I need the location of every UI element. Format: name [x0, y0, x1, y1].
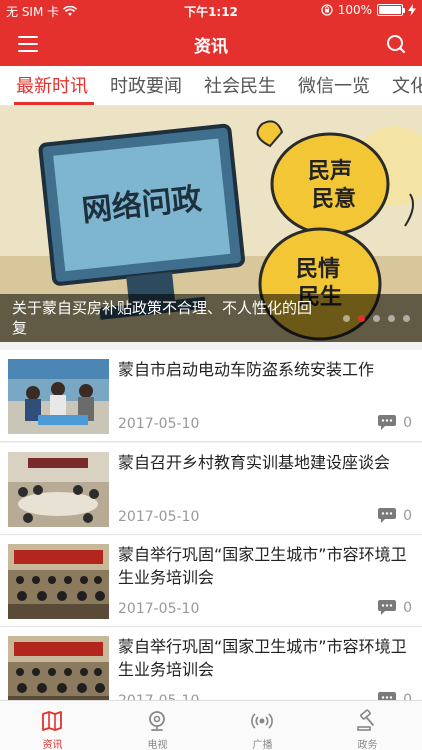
svg-text:民意: 民意 [312, 186, 356, 212]
tabbar-item-news[interactable]: 资讯 [0, 701, 105, 750]
tv-icon [149, 711, 165, 731]
news-title: 蒙自举行巩固“国家卫生城市”市容环境卫生业务培训会 [118, 545, 407, 587]
tabbar-item-tv[interactable]: 电视 [105, 701, 210, 750]
banner-bubble2-text: 民情 [296, 256, 340, 282]
news-item[interactable]: 蒙自举行巩固“国家卫生城市”市容环境卫生业务培训会 2017-05-10 0 [0, 535, 422, 627]
tab-politics[interactable]: 时政要闻 [110, 72, 182, 98]
map-icon [42, 711, 62, 731]
page-title: 资讯 [194, 37, 228, 57]
tab-society[interactable]: 社会民生 [204, 72, 276, 98]
battery-icon [377, 4, 405, 16]
tabbar-item-radio[interactable]: 广播 [210, 701, 315, 750]
category-tabs: 最新时讯 时政要闻 社会民生 微信一览 文化 [0, 66, 422, 106]
gavel-icon [357, 709, 374, 731]
banner-carousel[interactable]: 网络问政 民声 民意 民情 民生 关于蒙自买房补贴政策不合理、不人性化的回复 [0, 106, 422, 342]
carousel-indicators [343, 315, 410, 322]
comment-count: 0 [377, 599, 412, 616]
battery-percent: 100% [337, 3, 372, 17]
tab-wechat[interactable]: 微信一览 [298, 72, 370, 98]
search-icon[interactable] [384, 32, 408, 56]
status-bar: 无 SIM 卡 下午1:12 100% [0, 0, 422, 22]
carousel-dot[interactable] [403, 315, 410, 322]
carousel-dot[interactable] [343, 315, 350, 322]
carousel-dot[interactable] [388, 315, 395, 322]
comment-icon [378, 415, 397, 430]
news-thumbnail [8, 452, 109, 527]
comment-icon [378, 600, 397, 615]
tabbar-item-government[interactable]: 政务 [315, 701, 420, 750]
tab-culture[interactable]: 文化 [392, 72, 422, 98]
tab-latest[interactable]: 最新时讯 [16, 72, 88, 98]
comment-count: 0 [377, 414, 412, 431]
charging-icon [408, 4, 416, 16]
news-date: 2017-05-10 [118, 601, 200, 617]
carousel-dot-active[interactable] [358, 315, 365, 322]
news-title: 蒙自召开乡村教育实训基地建设座谈会 [118, 453, 391, 472]
comment-icon [378, 508, 397, 523]
news-item[interactable]: 蒙自市启动电动车防盗系统安装工作 2017-05-10 0 [0, 350, 422, 442]
bottom-tab-bar: 资讯 电视 广播 政务 [0, 700, 422, 750]
news-date: 2017-05-10 [118, 416, 200, 432]
news-item[interactable]: 蒙自召开乡村教育实训基地建设座谈会 2017-05-10 0 [0, 443, 422, 535]
news-title: 蒙自举行巩固“国家卫生城市”市容环境卫生业务培训会 [118, 637, 407, 679]
news-thumbnail [8, 544, 109, 619]
nav-bar: 资讯 [0, 22, 422, 66]
orientation-lock-icon [321, 4, 333, 16]
news-title: 蒙自市启动电动车防盗系统安装工作 [118, 360, 375, 379]
news-thumbnail [8, 359, 109, 434]
comment-count: 0 [377, 507, 412, 524]
carousel-dot[interactable] [373, 315, 380, 322]
active-tab-indicator [14, 102, 94, 105]
banner-bubble1-text: 民声 [308, 159, 352, 184]
broadcast-icon [251, 713, 273, 729]
news-date: 2017-05-10 [118, 509, 200, 525]
